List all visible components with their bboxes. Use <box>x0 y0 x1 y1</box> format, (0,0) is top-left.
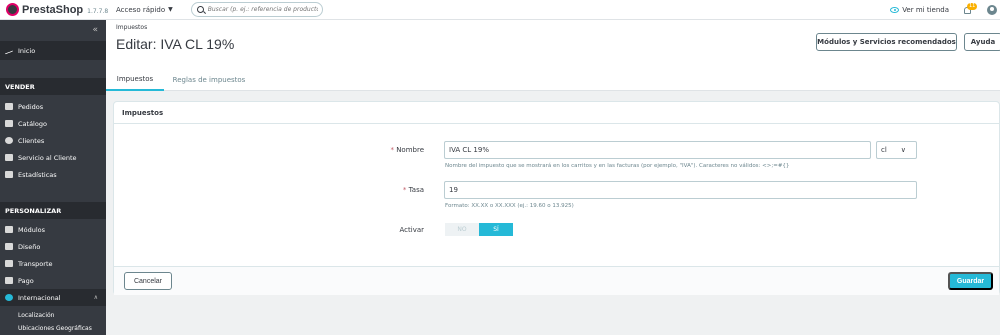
header-right: Ver mi tienda 11 <box>890 0 1000 20</box>
assessment-icon <box>5 171 13 178</box>
sidebar-item-stats[interactable]: Estadísticas <box>0 166 106 183</box>
sidebar-item-label: Estadísticas <box>18 170 57 179</box>
sidebar-item-label: Internacional <box>18 293 61 302</box>
sidebar: « Inicio VENDER Pedidos Catálogo Cliente… <box>0 20 106 335</box>
switch-off-option[interactable]: NO <box>445 223 479 236</box>
sidebar-item-catalog[interactable]: Catálogo <box>0 115 106 132</box>
required-mark: * <box>402 186 407 194</box>
sidebar-item-label: Pago <box>18 276 34 285</box>
rate-input[interactable]: 19 <box>444 181 917 199</box>
search-input[interactable] <box>207 6 318 13</box>
view-store-link[interactable]: Ver mi tienda <box>902 6 949 14</box>
recommended-modules-button[interactable]: Módulos y Servicios recomendados <box>816 33 957 51</box>
sidebar-item-label: Catálogo <box>18 119 47 128</box>
sidebar-item-label: Servicio al Cliente <box>18 153 77 162</box>
chevron-up-icon: ∧ <box>93 294 98 301</box>
rate-label-text: Tasa <box>408 186 424 194</box>
switch-on-option[interactable]: SÍ <box>479 223 513 236</box>
panel-title: Impuestos <box>114 102 999 124</box>
language-select[interactable]: cl ∨ <box>876 141 917 159</box>
rate-help-text: Formato: XX.XX o XX.XXX (ej.: 19.60 o 13… <box>445 203 574 209</box>
sidebar-item-shipping[interactable]: Transporte <box>0 255 106 272</box>
language-value: cl <box>881 146 887 154</box>
eye-icon <box>890 7 900 13</box>
sidebar-subitem-zones[interactable]: Ubicaciones Geográficas <box>0 325 106 332</box>
quick-access-label: Acceso rápido <box>116 5 166 14</box>
top-header: PrestaShop 1.7.7.8 Acceso rápido ▼ Ver m… <box>0 0 1000 20</box>
desktop-icon <box>5 243 13 250</box>
sidebar-item-modules[interactable]: Módulos <box>0 221 106 238</box>
shopping-basket-icon <box>5 103 13 110</box>
search-box[interactable] <box>190 2 323 17</box>
sidebar-item-customer-service[interactable]: Servicio al Cliente <box>0 149 106 166</box>
sidebar-item-label: Módulos <box>18 225 45 234</box>
caret-down-icon: ▼ <box>168 6 173 13</box>
notifications-button[interactable]: 11 <box>963 3 978 16</box>
tax-form-panel: Impuestos * Nombre IVA CL 19% cl ∨ Nombr… <box>113 101 1000 295</box>
sidebar-item-customers[interactable]: Clientes <box>0 132 106 149</box>
name-help-text: Nombre del impuesto que se mostrará en l… <box>445 163 790 169</box>
sidebar-item-orders[interactable]: Pedidos <box>0 98 106 115</box>
sidebar-item-design[interactable]: Diseño <box>0 238 106 255</box>
sidebar-item-label: Diseño <box>18 242 41 251</box>
panel-footer: Cancelar Guardar <box>114 266 999 295</box>
page-title: Editar: IVA CL 19% <box>116 36 235 52</box>
account-circle-icon <box>5 137 13 144</box>
quick-access-dropdown[interactable]: Acceso rápido ▼ <box>116 6 173 14</box>
active-label: Activar <box>399 226 424 234</box>
save-button[interactable]: Guardar <box>948 272 993 290</box>
breadcrumb[interactable]: Impuestos <box>116 24 147 31</box>
active-switch[interactable]: NO SÍ <box>445 223 513 236</box>
name-label: * Nombre <box>334 146 424 154</box>
avatar[interactable] <box>987 5 997 15</box>
version-label: 1.7.7.8 <box>87 7 109 15</box>
truck-icon <box>5 260 13 267</box>
sidebar-section-title: VENDER <box>0 78 106 95</box>
name-input[interactable]: IVA CL 19% <box>444 141 871 159</box>
sidebar-subitem-localization[interactable]: Localización <box>0 312 106 319</box>
notifications-badge: 11 <box>967 3 978 10</box>
required-mark: * <box>390 146 394 154</box>
credit-card-icon <box>5 277 13 284</box>
sidebar-item-dashboard[interactable]: Inicio <box>0 41 106 60</box>
page-header: Impuestos Editar: IVA CL 19% Módulos y S… <box>106 20 1000 91</box>
sidebar-item-label: Clientes <box>18 136 45 145</box>
logo-text: PrestaShop <box>22 3 84 16</box>
tab-tax-rules[interactable]: Reglas de impuestos <box>164 68 254 91</box>
globe-icon <box>5 294 13 301</box>
sidebar-section-title: PERSONALIZAR <box>0 202 106 219</box>
sidebar-item-label: Pedidos <box>18 102 44 111</box>
help-button[interactable]: Ayuda <box>964 33 1000 51</box>
sidebar-item-payment[interactable]: Pago <box>0 272 106 289</box>
search-icon <box>196 6 204 13</box>
cancel-button[interactable]: Cancelar <box>124 272 172 290</box>
chat-icon <box>5 154 13 161</box>
logo[interactable]: PrestaShop 1.7.7.8 <box>6 3 114 16</box>
rate-label: * Tasa <box>334 186 424 194</box>
sidebar-item-label: Transporte <box>18 259 53 268</box>
sidebar-item-international[interactable]: Internacional ∧ <box>0 289 106 306</box>
tab-taxes[interactable]: Impuestos <box>106 68 164 91</box>
name-label-text: Nombre <box>396 146 424 154</box>
collapse-sidebar-icon[interactable]: « <box>92 25 98 35</box>
prestashop-logo-icon <box>6 3 19 16</box>
trending-up-icon <box>5 47 13 54</box>
chevron-down-icon: ∨ <box>900 146 906 154</box>
sidebar-item-label: Inicio <box>18 46 36 55</box>
store-icon <box>5 120 13 127</box>
puzzle-icon <box>5 226 13 233</box>
